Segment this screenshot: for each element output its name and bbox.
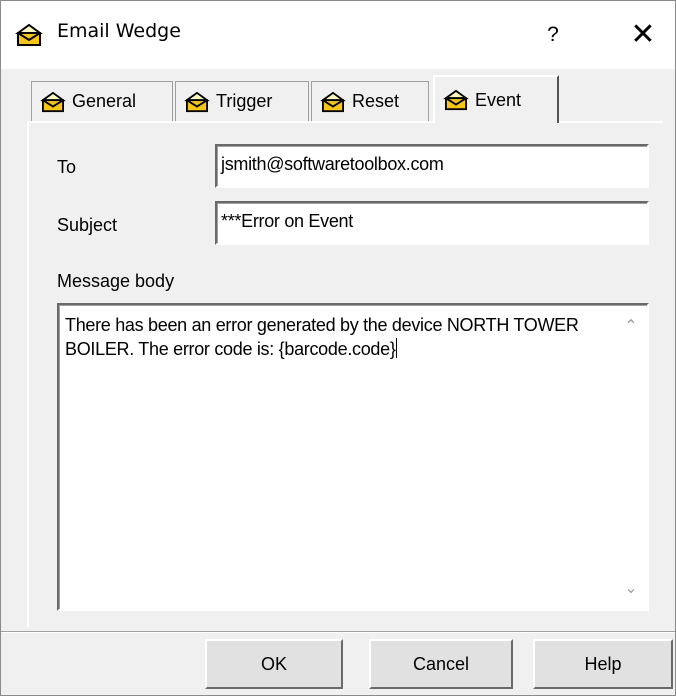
tab-general-label: General bbox=[72, 91, 137, 111]
envelope-icon bbox=[320, 91, 346, 112]
to-field[interactable]: jsmith@softwaretoolbox.com bbox=[215, 144, 649, 188]
title-bar: Email Wedge ? ✕ bbox=[1, 1, 675, 69]
tab-reset-label: Reset bbox=[352, 91, 400, 111]
tab-trigger[interactable]: Trigger bbox=[175, 81, 309, 121]
footer-separator bbox=[1, 631, 675, 633]
envelope-icon bbox=[15, 23, 43, 46]
help-title-button[interactable]: ? bbox=[531, 17, 575, 53]
message-body-field[interactable]: There has been an error generated by the… bbox=[57, 303, 649, 611]
help-button[interactable]: Help bbox=[533, 639, 673, 689]
scroll-down-icon[interactable]: ⌄ bbox=[619, 577, 643, 601]
window-title: Email Wedge bbox=[57, 20, 181, 42]
message-body-text: There has been an error generated by the… bbox=[65, 315, 584, 359]
envelope-icon bbox=[443, 89, 469, 111]
tab-general[interactable]: General bbox=[31, 81, 173, 121]
tab-event-label: Event bbox=[475, 89, 522, 110]
tab-trigger-label: Trigger bbox=[216, 91, 273, 111]
close-button[interactable]: ✕ bbox=[613, 13, 673, 57]
tab-reset[interactable]: Reset bbox=[311, 81, 429, 121]
to-label: To bbox=[57, 157, 77, 177]
scroll-up-icon[interactable]: ⌃ bbox=[619, 315, 643, 339]
subject-label: Subject bbox=[57, 215, 118, 235]
text-caret bbox=[395, 338, 397, 358]
subject-field[interactable]: ***Error on Event bbox=[215, 201, 649, 245]
envelope-icon bbox=[40, 91, 66, 112]
message-body-label: Message body bbox=[57, 271, 175, 291]
tab-event[interactable]: Event bbox=[433, 75, 559, 123]
envelope-icon bbox=[184, 91, 210, 112]
cancel-button[interactable]: Cancel bbox=[369, 639, 513, 689]
ok-button[interactable]: OK bbox=[205, 639, 343, 689]
email-wedge-dialog: Email Wedge ? ✕ General Trigger Reset Ev… bbox=[0, 0, 676, 696]
